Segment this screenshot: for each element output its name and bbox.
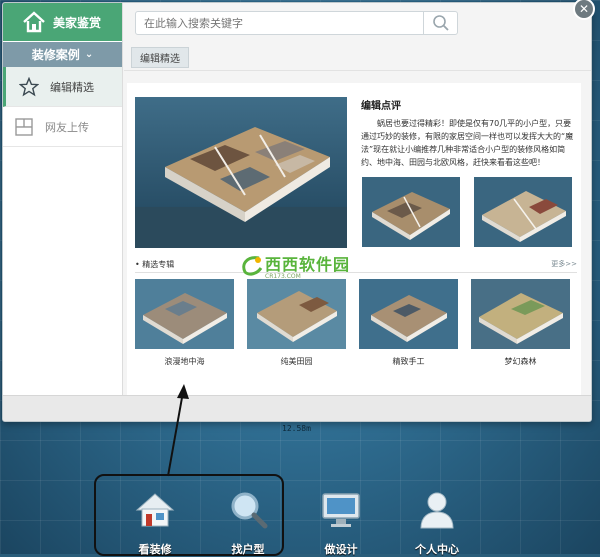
album-caption: 精致手工 [392, 357, 425, 366]
sidebar-item-user-uploads[interactable]: 网友上传 [3, 107, 122, 147]
album-card[interactable]: 梦幻森林 [471, 279, 570, 367]
search-icon [432, 15, 449, 31]
close-icon: ✕ [578, 2, 590, 16]
chevron-down-icon: ⌄ [84, 49, 94, 60]
album-card[interactable]: 纯美田园 [247, 279, 346, 367]
star-icon [18, 76, 40, 98]
category-dropdown[interactable]: 装修案例 ⌄ [3, 41, 122, 67]
review-title: 编辑点评 [361, 101, 401, 112]
dock-item-design[interactable]: 做设计 [296, 488, 386, 557]
gallery-modal: 美家鉴赏 装修案例 ⌄ 编辑精选 网友上传 在此输入搜索关键字 编辑精选 编辑点… [2, 2, 592, 422]
user-icon [420, 492, 454, 529]
hero-floorplan-image[interactable] [135, 97, 347, 248]
brand-title: 美家鉴赏 [53, 15, 102, 30]
close-button[interactable]: ✕ [575, 0, 593, 18]
album-caption: 梦幻森林 [504, 357, 537, 366]
dock-label: 做设计 [324, 543, 358, 556]
thumbnail-image[interactable] [362, 177, 460, 247]
dock-label: 个人中心 [415, 543, 459, 556]
album-caption: 纯美田园 [280, 357, 313, 366]
dock-label: 找户型 [231, 543, 265, 556]
search-bar [124, 3, 591, 43]
main-panel: 编辑精选 编辑点评 蜗居也要过得精彩！即使是仅有70几平的小户型，只要通过巧妙的… [124, 3, 591, 395]
album-caption: 浪漫地中海 [164, 357, 205, 366]
album-card[interactable]: 浪漫地中海 [135, 279, 234, 367]
album-image [247, 279, 346, 349]
modal-footer [3, 395, 591, 421]
sidebar: 美家鉴赏 装修案例 ⌄ 编辑精选 网友上传 [3, 3, 123, 395]
dock-item-view-decor[interactable]: 看装修 [110, 488, 200, 557]
more-link[interactable]: 更多>> [551, 259, 577, 269]
magnifier-icon [231, 492, 268, 529]
sidebar-item-label: 网友上传 [45, 120, 89, 134]
sidebar-item-editor-picks[interactable]: 编辑精选 [3, 67, 122, 107]
sidebar-item-label: 编辑精选 [50, 80, 94, 94]
album-image [135, 279, 234, 349]
album-card[interactable]: 精致手工 [359, 279, 458, 367]
content-area: 编辑点评 蜗居也要过得精彩！即使是仅有70几平的小户型，只要通过巧妙的装修，有限… [127, 83, 581, 395]
dimension-label: 12.58m [282, 424, 311, 433]
category-label: 装修案例 [31, 48, 80, 62]
tab-bar: 编辑精选 [124, 43, 591, 71]
section-title: • 精选专辑 [135, 260, 175, 269]
review-text: 蜗居也要过得精彩！即使是仅有70几平的小户型，只要通过巧妙的装修，有限的家居空间… [361, 119, 574, 167]
grid-icon [13, 116, 35, 138]
monitor-icon [322, 493, 360, 527]
brand-header: 美家鉴赏 [3, 3, 122, 41]
tab-editor-picks[interactable]: 编辑精选 [131, 47, 189, 68]
house-icon [135, 493, 175, 527]
bottom-dock: 看装修 找户型 做设计 个人中心 [0, 488, 600, 557]
search-input[interactable] [136, 12, 423, 34]
album-image [359, 279, 458, 349]
album-image [471, 279, 570, 349]
dock-item-find-layout[interactable]: 找户型 [203, 488, 293, 557]
thumbnail-image[interactable] [474, 177, 572, 247]
section-header: • 精选专辑 更多>> [135, 259, 577, 273]
dock-item-profile[interactable]: 个人中心 [392, 488, 482, 557]
home-icon [23, 11, 45, 33]
watermark-text: 西西软件园 [265, 257, 351, 274]
dock-label: 看装修 [138, 543, 172, 556]
leaf-icon [242, 255, 263, 276]
watermark-logo: 西西软件园 CR173.COM [239, 251, 350, 280]
search-button[interactable] [423, 12, 457, 34]
